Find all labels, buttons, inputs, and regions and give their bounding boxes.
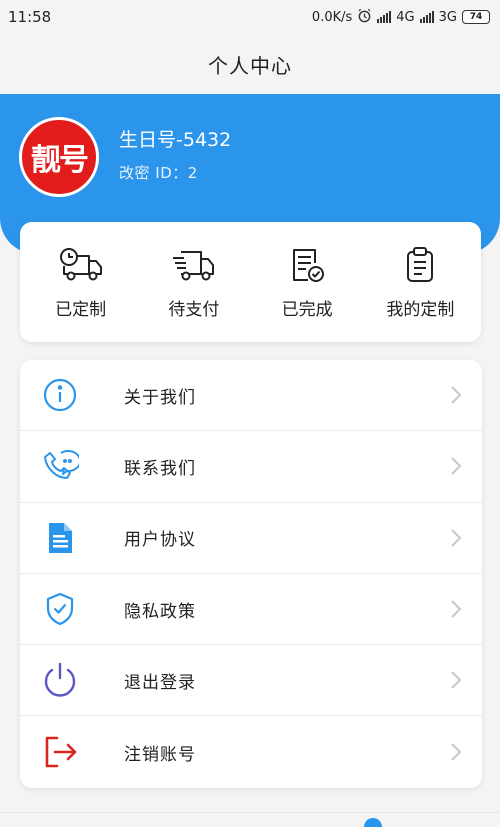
info-icon [40, 375, 80, 415]
order-pending-payment[interactable]: 待支付 [144, 245, 244, 320]
chevron-right-icon [451, 386, 462, 404]
status-bar: 11:58 0.0K/s 4G 3G 74 [0, 0, 500, 34]
power-icon [40, 660, 80, 700]
chevron-right-icon [451, 743, 462, 761]
network-speed: 0.0K/s [311, 9, 353, 25]
menu-item-delete-account[interactable]: 注销账号 [20, 716, 482, 787]
status-indicators: 0.0K/s 4G 3G 74 [312, 8, 490, 27]
truck-clock-icon [58, 245, 104, 285]
menu-item-about[interactable]: 关于我们 [20, 360, 482, 432]
avatar-text: 靓号 [31, 143, 89, 178]
alarm-icon [357, 8, 372, 27]
user-name: 生日号-5432 [119, 129, 232, 151]
order-pending-payment-label: 待支付 [168, 299, 220, 320]
phone-chat-icon [40, 446, 80, 486]
privacy-shield-icon [40, 589, 80, 629]
order-my-custom-label: 我的定制 [386, 299, 455, 320]
chevron-right-icon [451, 671, 462, 690]
agreement-document-icon [40, 518, 80, 558]
menu-label-agreement: 用户协议 [124, 530, 196, 551]
chevron-right-icon [451, 457, 462, 476]
menu-label-contact: 联系我们 [124, 458, 196, 479]
user-id: 改密 ID：2 [119, 164, 198, 182]
order-customized-label: 已定制 [55, 299, 107, 320]
order-my-custom[interactable]: 我的定制 [370, 245, 470, 320]
nav-bar: 个人中心 [0, 34, 500, 94]
menu-card: 关于我们 联系我们 用户协议 隐私政策 退出登录 注销账号 [20, 360, 482, 788]
order-completed-label: 已完成 [281, 299, 333, 320]
menu-label-about: 关于我们 [124, 387, 196, 408]
chevron-right-icon [451, 529, 462, 547]
document-check-icon [284, 245, 330, 285]
order-completed[interactable]: 已完成 [257, 245, 357, 320]
network-type-1: 4G [396, 9, 415, 25]
avatar[interactable]: 靓号 [19, 117, 99, 197]
menu-item-agreement[interactable]: 用户协议 [20, 503, 482, 574]
network-type-2: 3G [438, 9, 457, 25]
status-time: 11:58 [8, 8, 52, 26]
menu-label-privacy: 隐私政策 [124, 601, 196, 622]
bottom-tab-bar [0, 812, 500, 827]
signal-hd-icon [377, 11, 392, 23]
chevron-right-icon [451, 600, 462, 618]
menu-item-privacy[interactable]: 隐私政策 [20, 574, 482, 646]
signal-icon [419, 11, 434, 23]
menu-label-delete-account: 注销账号 [124, 744, 196, 765]
logout-arrow-icon [40, 732, 80, 772]
menu-label-logout: 退出登录 [124, 672, 196, 693]
page-title: 个人中心 [208, 53, 292, 78]
menu-item-contact[interactable]: 联系我们 [20, 431, 482, 503]
battery-icon: 74 [462, 10, 490, 24]
clipboard-list-icon [397, 245, 443, 285]
fast-delivery-icon [171, 245, 217, 285]
menu-item-logout[interactable]: 退出登录 [20, 645, 482, 717]
order-customized[interactable]: 已定制 [31, 245, 131, 320]
orders-card: 已定制 待支付 已完成 我的定制 [20, 222, 481, 342]
